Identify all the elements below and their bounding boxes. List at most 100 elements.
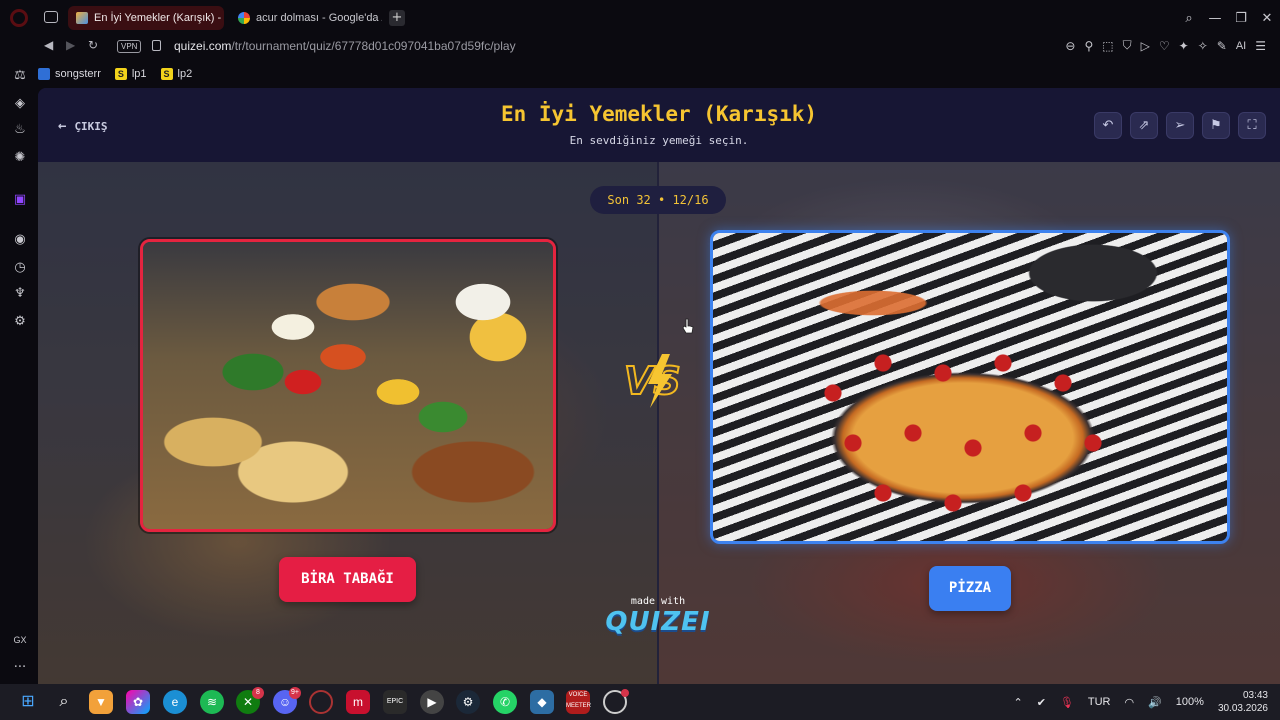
windows-start-icon[interactable]: ⊞	[16, 690, 40, 714]
opera-icon[interactable]	[603, 689, 629, 714]
vpn-app-icon[interactable]: ◆	[530, 690, 554, 714]
gx-mods-icon[interactable]: ♨	[12, 122, 28, 138]
chevron-up-icon[interactable]: ⌃	[1013, 696, 1022, 709]
new-tab-button[interactable]: +	[389, 10, 405, 26]
ai-button[interactable]: AI	[1236, 40, 1246, 52]
fullscreen-icon: ⛶	[1247, 118, 1257, 133]
whatsapp-icon[interactable]: ✆	[493, 690, 517, 714]
made-with-badge[interactable]: made with QUIZEI	[598, 596, 718, 637]
wifi-icon[interactable]: ◠	[1124, 696, 1134, 709]
bookmark-label: lp2	[177, 68, 193, 80]
back-icon[interactable]: ◀	[44, 38, 53, 52]
undo-button[interactable]: ↶	[1094, 112, 1122, 139]
tab-google[interactable]: acur dolması - Google'da /	[230, 6, 382, 30]
xbox-notification-badge: 8	[252, 687, 264, 699]
window-controls: ⌕ — ❐ ✕	[1176, 0, 1280, 36]
quiz-header: ← ÇIKIŞ En İyi Yemekler (Karışık) En sev…	[38, 88, 1280, 162]
microphone-icon[interactable]: 🎙	[1060, 696, 1074, 709]
minimize-icon[interactable]: —	[1202, 11, 1228, 26]
search-icon[interactable]: ⌕	[1176, 11, 1202, 26]
gx-extension-icon[interactable]: ✺	[12, 150, 28, 166]
google-favicon-icon	[238, 12, 250, 24]
right-choice-card[interactable]	[710, 230, 1230, 544]
quizei-logo: QUIZEI	[605, 607, 711, 637]
clock[interactable]: 03:43 30.03.2026	[1218, 689, 1268, 715]
undo-icon: ↶	[1102, 118, 1114, 133]
discord-notification-badge: 9+	[289, 687, 301, 699]
more-icon[interactable]: ···	[12, 660, 28, 676]
restore-icon[interactable]: ❐	[1228, 11, 1254, 26]
gx-corner-icon[interactable]: ◈	[12, 96, 28, 112]
twitch-icon[interactable]: ▣	[12, 192, 28, 208]
spotify-icon[interactable]: ◉	[12, 232, 28, 248]
gx-control-icon[interactable]: ⚖	[12, 68, 28, 84]
shield-icon[interactable]: ⛉	[1123, 38, 1132, 53]
tab-menu-icon[interactable]	[44, 11, 58, 23]
right-choice-button[interactable]: PİZZA	[929, 566, 1011, 611]
close-icon[interactable]: ✕	[1254, 11, 1280, 26]
opera-gx-logo-icon[interactable]	[10, 9, 28, 27]
menu-icon[interactable]: ☰	[1255, 39, 1266, 53]
opera-gx-icon[interactable]	[309, 690, 333, 714]
quiz-page: ← ÇIKIŞ En İyi Yemekler (Karışık) En sev…	[38, 88, 1280, 684]
snapshot-icon[interactable]: ⬚	[1102, 39, 1113, 53]
left-choice-card[interactable]	[140, 239, 556, 532]
vs-lightning-icon: VS	[623, 354, 682, 408]
epic-games-icon[interactable]: EPIC	[383, 690, 407, 714]
history-icon[interactable]: ◷	[12, 260, 28, 276]
address-bar: ◀ ▶ ↻ VPN quizei.com/tr/tournament/quiz/…	[0, 36, 1280, 58]
tab-active[interactable]: En İyi Yemekler (Karışık) -	[68, 6, 224, 30]
url-path: /tr/tournament/quiz/67778d01c097041ba07d…	[231, 39, 516, 53]
language-indicator[interactable]: TUR	[1088, 696, 1111, 708]
extension-icon[interactable]: ✎	[1217, 39, 1227, 53]
pizza-image	[713, 233, 1227, 541]
windows-taskbar: ⊞ ⌕ ▼ ✿ e ≋ ✕ 8 ☺ 9+ m EPIC ▶ ⚙ ✆ ◆ VOICE …	[0, 684, 1280, 720]
lock-icon[interactable]	[152, 40, 161, 51]
clock-time: 03:43	[1242, 690, 1268, 701]
play-icon[interactable]: ▷	[1141, 39, 1150, 53]
url-host: quizei.com	[174, 39, 232, 53]
mcafee-icon[interactable]: m	[346, 690, 370, 714]
quizei-favicon-icon	[76, 12, 88, 24]
bookmark-lp1[interactable]: S lp1	[114, 68, 147, 80]
settings-icon[interactable]: ⚙	[12, 314, 28, 330]
search-icon[interactable]: ⌕	[52, 690, 76, 714]
left-choice-button[interactable]: BİRA TABAĞI	[279, 557, 416, 602]
extension-icon[interactable]: ✧	[1198, 39, 1208, 53]
volume-icon[interactable]: 🔊	[1148, 696, 1162, 709]
bookmark-lp2[interactable]: S lp2	[160, 68, 193, 80]
voicemeeter-icon[interactable]: VOICE MEETER	[566, 690, 591, 714]
reload-icon[interactable]: ↻	[88, 38, 98, 52]
xbox-icon[interactable]: ✕ 8	[236, 687, 264, 714]
fullscreen-button[interactable]: ⛶	[1238, 112, 1266, 139]
browser-tab-bar: En İyi Yemekler (Karışık) - acur dolması…	[0, 0, 1280, 36]
forward-icon[interactable]: ▶	[66, 38, 75, 52]
share-button[interactable]: ⇗	[1130, 112, 1158, 139]
s-icon: S	[160, 68, 173, 80]
extension-icon[interactable]: ✦	[1179, 39, 1189, 53]
bira-tabagi-image	[143, 242, 553, 529]
report-button[interactable]: ⚑	[1202, 112, 1230, 139]
discord-icon[interactable]: ☺ 9+	[273, 687, 301, 714]
tray-app-icon[interactable]: ✔	[1037, 696, 1046, 709]
share-icon: ⇗	[1138, 118, 1150, 133]
media-player-icon[interactable]: ▶	[420, 690, 444, 714]
send-button[interactable]: ➢	[1166, 112, 1194, 139]
made-with-label: made with	[630, 596, 686, 607]
edge-icon[interactable]: e	[163, 690, 187, 714]
vpn-badge[interactable]: VPN	[117, 40, 142, 53]
heart-icon[interactable]: ♡	[1159, 39, 1170, 53]
opera-notification-dot	[621, 689, 629, 697]
spotify-icon[interactable]: ≋	[200, 690, 224, 714]
zoom-icon[interactable]: ⊖	[1065, 39, 1075, 53]
extension-icons: ⊖ ⚲ ⬚ ⛉ ▷ ♡ ✦ ✧ ✎ AI ☰	[1065, 38, 1266, 53]
brave-icon[interactable]: ▼	[89, 690, 113, 714]
bookmark-songsterr[interactable]: songsterr	[38, 68, 101, 80]
pin-icon[interactable]: ⚲	[1084, 39, 1093, 53]
gx-label[interactable]: GX	[12, 632, 28, 648]
copilot-icon[interactable]: ✿	[126, 690, 150, 714]
mods-icon[interactable]: ♆	[12, 286, 28, 302]
battery-indicator[interactable]: 100%	[1176, 696, 1204, 708]
url-field[interactable]: quizei.com/tr/tournament/quiz/67778d01c0…	[174, 39, 516, 53]
steam-icon[interactable]: ⚙	[456, 690, 480, 714]
